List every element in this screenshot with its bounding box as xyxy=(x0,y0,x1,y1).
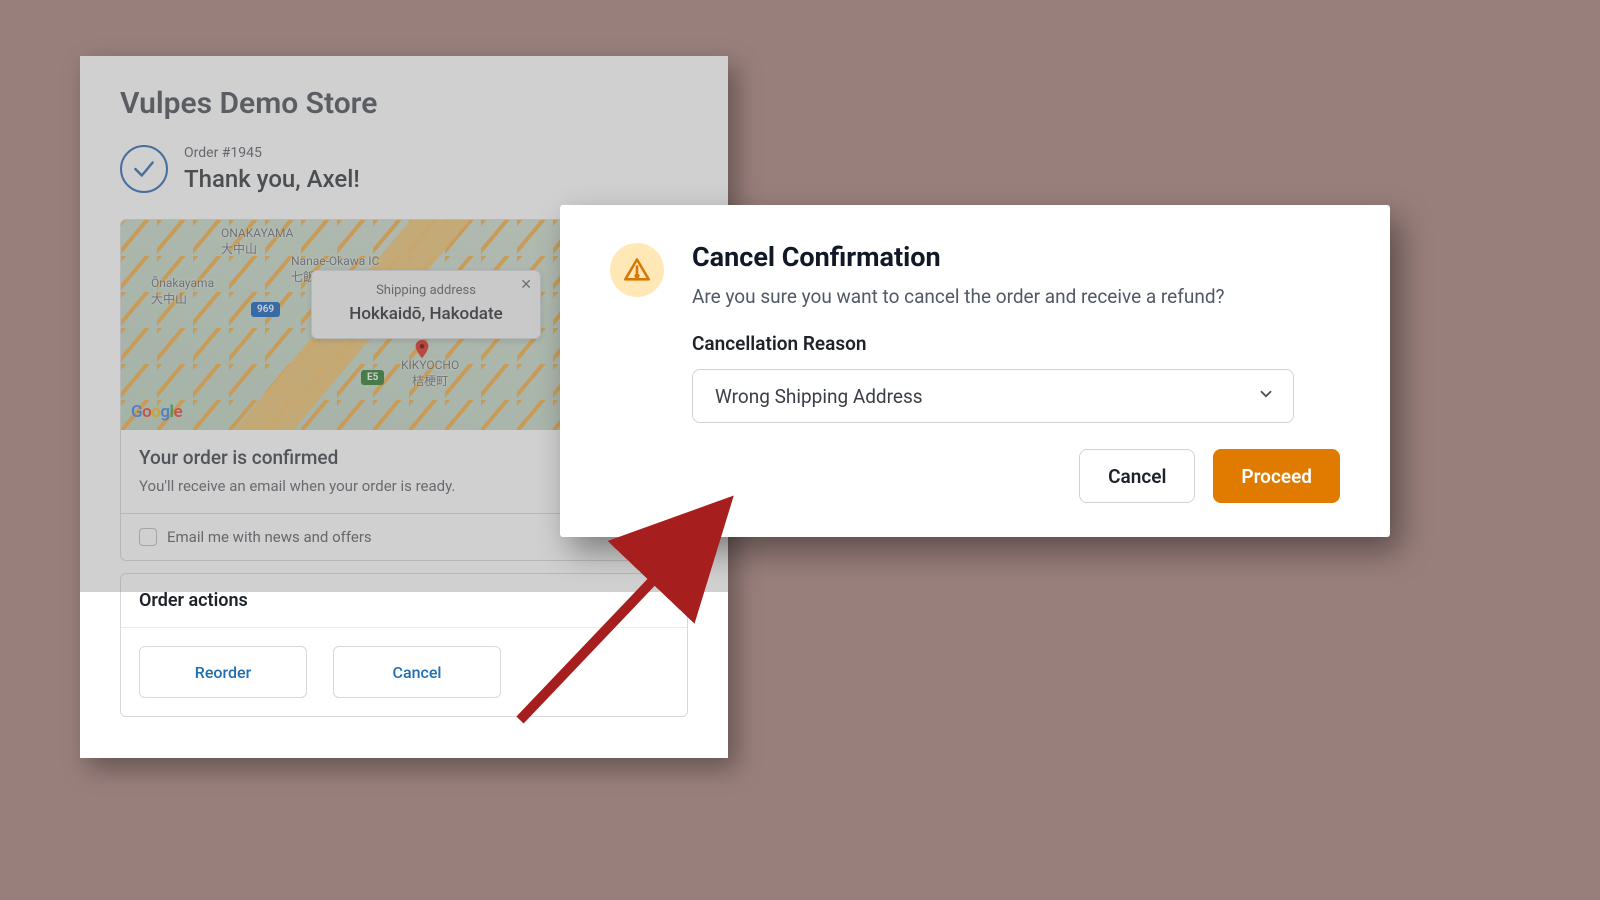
checkmark-icon xyxy=(120,145,168,193)
thank-you-header: Order #1945 Thank you, Axel! xyxy=(120,145,688,193)
cancellation-reason-value: Wrong Shipping Address xyxy=(715,385,923,408)
dialog-title: Cancel Confirmation xyxy=(692,241,1225,273)
order-actions-card: Order actions Reorder Cancel xyxy=(120,573,688,717)
map-label-onakayama: ONAKAYAMA 大中山 xyxy=(221,226,293,257)
chevron-down-icon xyxy=(1257,385,1275,408)
reorder-button[interactable]: Reorder xyxy=(139,646,307,698)
map-label-onakayama2: Ōnakayama 大中山 xyxy=(151,276,214,307)
warning-icon xyxy=(610,243,664,297)
news-offers-checkbox[interactable] xyxy=(139,528,157,546)
cancel-confirmation-dialog: Cancel Confirmation Are you sure you wan… xyxy=(560,205,1390,537)
close-icon[interactable]: ✕ xyxy=(520,277,532,293)
shipping-address-value: Hokkaidō, Hakodate xyxy=(326,304,526,324)
cancel-order-button[interactable]: Cancel xyxy=(333,646,501,698)
cancellation-reason-label: Cancellation Reason xyxy=(692,332,1340,355)
shipping-address-label: Shipping address xyxy=(326,283,526,298)
map-pin-icon xyxy=(411,338,433,360)
route-badge-969: 969 xyxy=(251,302,280,317)
cancellation-reason-select[interactable]: Wrong Shipping Address xyxy=(692,369,1294,423)
dialog-cancel-button[interactable]: Cancel xyxy=(1079,449,1195,503)
map-label-kikyocho: KIKYOCHO 桔梗町 xyxy=(401,358,459,389)
google-logo: Google xyxy=(131,402,182,422)
order-actions-title: Order actions xyxy=(121,574,687,628)
store-title: Vulpes Demo Store xyxy=(120,86,688,121)
dialog-subtitle: Are you sure you want to cancel the orde… xyxy=(692,285,1225,308)
dialog-proceed-button[interactable]: Proceed xyxy=(1213,449,1340,503)
news-offers-label: Email me with news and offers xyxy=(167,528,372,546)
thank-you-text: Thank you, Axel! xyxy=(184,165,360,193)
shipping-address-tooltip: ✕ Shipping address Hokkaidō, Hakodate xyxy=(311,270,541,339)
route-badge-e5: E5 xyxy=(361,370,384,385)
order-number: Order #1945 xyxy=(184,145,360,161)
